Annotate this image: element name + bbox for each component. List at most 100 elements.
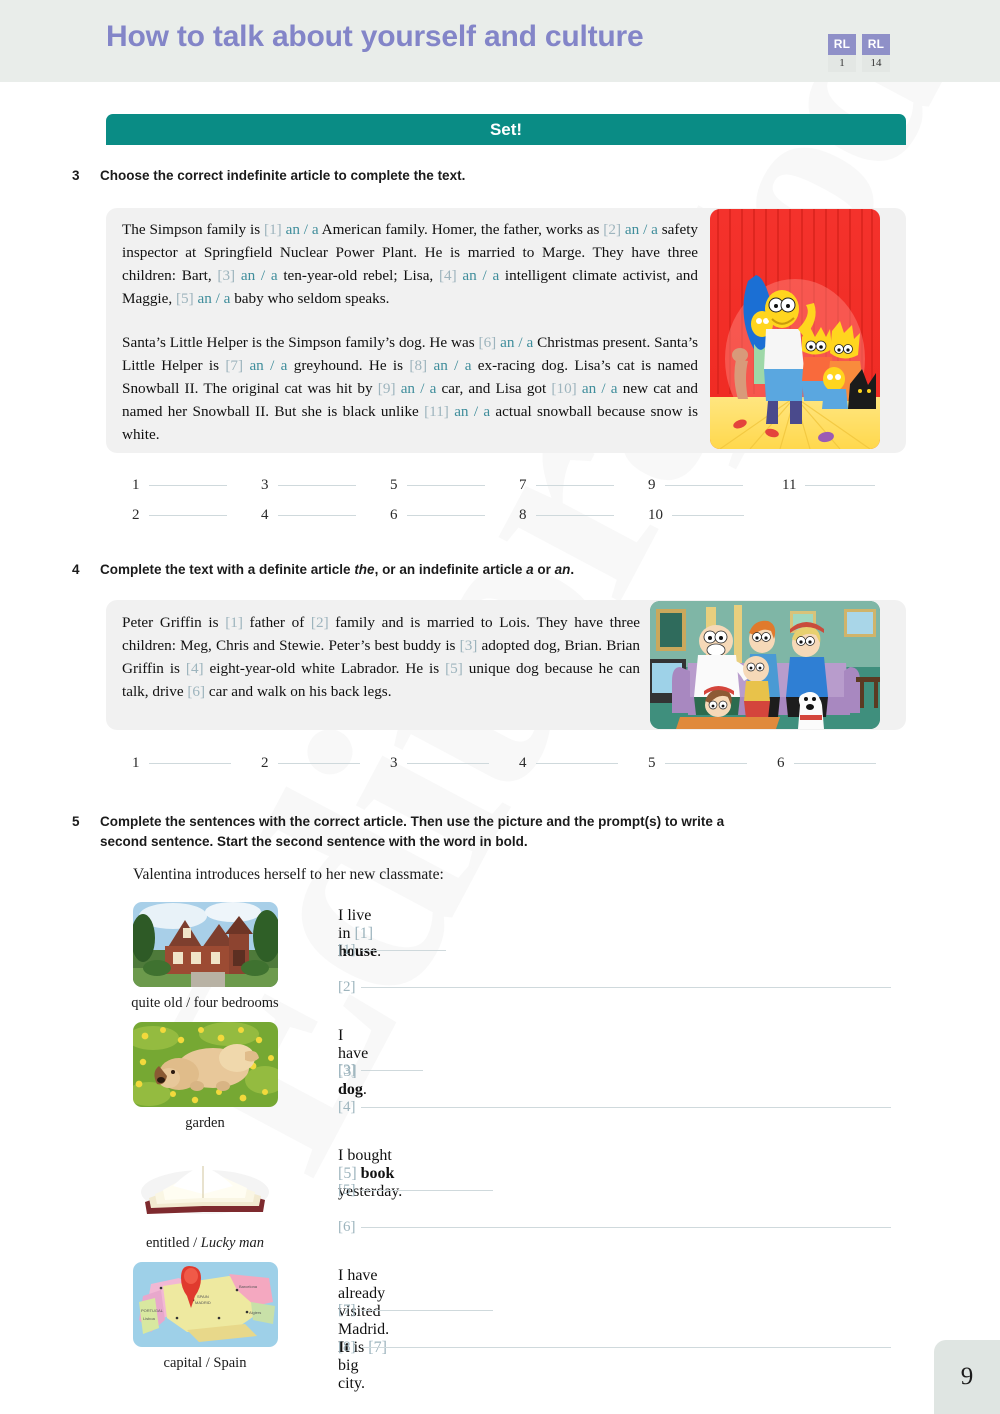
write-line[interactable] — [360, 950, 446, 951]
answer-blank-1[interactable]: 1 — [132, 755, 261, 772]
answer-blank-4[interactable]: 4 — [261, 507, 390, 524]
exercise-3-paragraph-2: Santa’s Little Helper is the Simpson fam… — [122, 334, 699, 444]
gap-marker: [6] — [478, 334, 501, 351]
exercise-4-heading: 4 Complete the text with a definite arti… — [72, 560, 912, 580]
answer-line[interactable] — [148, 515, 227, 516]
answer-line[interactable] — [277, 485, 356, 486]
house-caption: quite old / four bedrooms — [131, 995, 279, 1011]
rl-badge-2: RL 14 — [862, 34, 890, 72]
answer-line[interactable] — [793, 763, 876, 764]
exercise-5-heading: 5 Complete the sentences with the correc… — [72, 812, 922, 851]
write-line[interactable] — [360, 1310, 493, 1311]
article-option: an / a — [462, 267, 500, 285]
gap-marker: [5] — [338, 1165, 361, 1182]
exercise-4-number: 4 — [72, 562, 80, 577]
article-option: an / a — [500, 334, 534, 351]
rl-badge-group: RL 1 RL 14 — [828, 34, 890, 72]
answer-blank-11[interactable]: 11 — [782, 477, 892, 494]
blank-6[interactable]: [6] — [338, 1219, 891, 1236]
gap-marker: [4] — [438, 267, 463, 285]
svg-text:PORTUGAL: PORTUGAL — [141, 1308, 164, 1313]
article-option: an / a — [249, 357, 288, 375]
blank-3[interactable]: [3] — [338, 1062, 423, 1079]
gap-marker: [1] — [354, 925, 374, 942]
exercise-3-heading: 3 Choose the correct indefinite article … — [72, 166, 912, 186]
answer-blank-5[interactable]: 5 — [390, 477, 519, 494]
answer-blank-7[interactable]: 7 — [519, 477, 648, 494]
answer-blank-4[interactable]: 4 — [519, 755, 648, 772]
answer-line[interactable] — [535, 485, 614, 486]
answer-line[interactable] — [277, 515, 356, 516]
gap-marker: [5] — [445, 660, 469, 678]
write-line[interactable] — [360, 987, 891, 988]
gap-marker: [9] — [377, 380, 401, 398]
article-option: an / a — [197, 290, 231, 308]
gap-marker: [2] — [310, 614, 336, 631]
map-caption: capital / Spain — [163, 1355, 247, 1371]
page-number: 9 — [934, 1340, 1000, 1414]
book-image — [133, 1142, 278, 1227]
write-line[interactable] — [360, 1190, 493, 1191]
gap-marker: [1] — [264, 221, 286, 238]
answer-blank-3[interactable]: 3 — [261, 477, 390, 494]
bold-word: dog — [338, 1081, 363, 1098]
article-option: an / a — [400, 380, 437, 398]
answer-line[interactable] — [805, 485, 876, 486]
rl-badge-1-code: RL — [828, 34, 856, 55]
italic-word: Lucky man — [200, 1235, 264, 1251]
answer-line[interactable] — [664, 485, 743, 486]
answer-blank-2[interactable]: 2 — [132, 507, 261, 524]
blank-4[interactable]: [4] — [338, 1099, 891, 1116]
blank-2[interactable]: [2] — [338, 979, 891, 996]
answer-blank-3[interactable]: 3 — [390, 755, 519, 772]
set-banner: Set! — [106, 114, 906, 145]
exercise-3-paragraph-1: The Simpson family is [1] an / a America… — [122, 221, 699, 308]
exercise-3-number: 3 — [72, 168, 80, 183]
exercise-4-answer-row: 1 2 3 4 5 6 — [132, 755, 902, 772]
exercise-3-instruction: Choose the correct indefinite article to… — [100, 168, 466, 183]
gap-marker: [6] — [187, 683, 209, 701]
answer-line[interactable] — [277, 763, 360, 764]
answer-line[interactable] — [535, 515, 614, 516]
answer-line[interactable] — [406, 515, 485, 516]
bold-word: book — [360, 1165, 395, 1182]
article-option: an / a — [581, 380, 618, 398]
gap-marker: [3] — [217, 267, 241, 285]
gap-marker: [4] — [185, 660, 210, 678]
blank-1[interactable]: [1] — [338, 942, 446, 959]
exercise-3-answer-row-1: 1 3 5 7 9 11 — [132, 477, 892, 494]
write-line[interactable] — [360, 1227, 891, 1228]
write-line[interactable] — [360, 1070, 423, 1071]
answer-blank-6[interactable]: 6 — [390, 507, 519, 524]
blank-8[interactable]: [8] — [338, 1339, 891, 1356]
gap-marker: [10] — [551, 380, 582, 398]
gap-marker: [2] — [603, 221, 625, 238]
write-line[interactable] — [360, 1107, 891, 1108]
answer-blank-2[interactable]: 2 — [261, 755, 390, 772]
gap-marker: [7] — [225, 357, 250, 375]
answer-line[interactable] — [664, 763, 747, 764]
article-option: an / a — [240, 267, 278, 285]
article-option: an / a — [624, 221, 658, 238]
answer-blank-6[interactable]: 6 — [777, 755, 897, 772]
answer-line[interactable] — [406, 763, 489, 764]
house-image — [133, 902, 278, 987]
svg-text:Barcelona: Barcelona — [239, 1284, 258, 1289]
family-guy-image — [650, 601, 880, 729]
exercise-5-instruction-line-1: Complete the sentences with the correct … — [100, 814, 725, 829]
answer-blank-1[interactable]: 1 — [132, 477, 261, 494]
exercise-3-answer-row-2: 2 4 6 8 10 — [132, 507, 892, 524]
answer-line[interactable] — [406, 485, 485, 486]
answer-blank-10[interactable]: 10 — [648, 507, 782, 524]
answer-line[interactable] — [672, 515, 744, 516]
answer-line[interactable] — [148, 485, 227, 486]
blank-5[interactable]: [5] — [338, 1182, 493, 1199]
answer-line[interactable] — [535, 763, 618, 764]
write-line[interactable] — [360, 1347, 891, 1348]
rl-badge-2-number: 14 — [862, 55, 890, 72]
answer-blank-9[interactable]: 9 — [648, 477, 782, 494]
answer-line[interactable] — [148, 763, 231, 764]
answer-blank-8[interactable]: 8 — [519, 507, 648, 524]
answer-blank-5[interactable]: 5 — [648, 755, 777, 772]
blank-7[interactable]: [7] — [338, 1302, 493, 1319]
